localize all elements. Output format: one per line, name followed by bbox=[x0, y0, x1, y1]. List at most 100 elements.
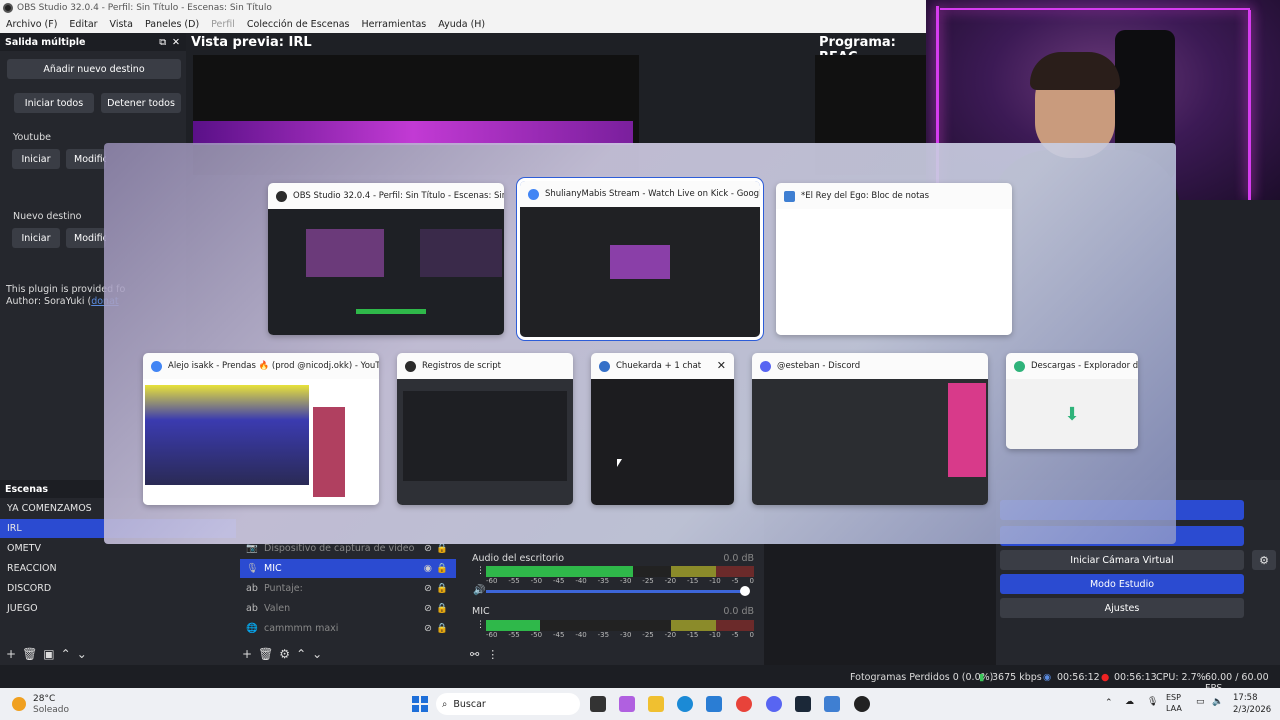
target-youtube-start-button[interactable]: Iniciar bbox=[12, 149, 60, 169]
menu-view[interactable]: Vista bbox=[104, 19, 139, 30]
settings-button[interactable]: Ajustes bbox=[1000, 598, 1244, 618]
menu-scene-collection[interactable]: Colección de Escenas bbox=[241, 19, 356, 30]
source-item[interactable]: ab Valen ⊘ 🔒 bbox=[240, 599, 456, 618]
window-card-notepad[interactable]: *El Rey del Ego: Bloc de notas bbox=[776, 183, 1012, 335]
thumb-profile bbox=[948, 383, 986, 477]
menu-help[interactable]: Ayuda (H) bbox=[432, 19, 491, 30]
target-new-modify-button[interactable]: Modific bbox=[66, 228, 106, 248]
source-item-active[interactable]: 🎙 MIC ◉ 🔒 bbox=[240, 559, 456, 578]
eye-hidden-icon[interactable]: ⊘ bbox=[424, 543, 432, 554]
display-icon[interactable]: ▭ bbox=[1196, 697, 1205, 707]
move-up-icon[interactable]: ⌃ bbox=[61, 647, 77, 661]
volume-slider-handle[interactable] bbox=[740, 586, 750, 596]
card-thumbnail bbox=[268, 209, 504, 335]
lock-icon[interactable]: 🔒 bbox=[436, 583, 448, 594]
chrome-icon[interactable] bbox=[736, 696, 752, 712]
window-card-obs[interactable]: OBS Studio 32.0.4 - Perfil: Sin Título -… bbox=[268, 183, 504, 335]
volume-slider[interactable] bbox=[486, 590, 748, 593]
eye-hidden-icon[interactable]: ⊘ bbox=[424, 623, 432, 634]
chevron-up-icon[interactable]: ⌃ bbox=[1105, 698, 1113, 708]
lock-icon[interactable]: 🔒 bbox=[436, 563, 448, 574]
scene-item[interactable]: DISCORD bbox=[0, 579, 236, 598]
windows-start-icon[interactable] bbox=[412, 696, 428, 712]
window-card-youtube[interactable]: Alejo isakk - Prendas 🔥 (prod @nicodj.ok… bbox=[143, 353, 379, 505]
move-down-icon[interactable]: ⌄ bbox=[312, 647, 328, 661]
scene-item[interactable]: REACCION bbox=[0, 559, 236, 578]
menu-profile[interactable]: Perfil bbox=[205, 19, 241, 30]
lang-code[interactable]: ESP bbox=[1166, 693, 1181, 702]
target-new-label: Nuevo destino bbox=[13, 211, 82, 222]
move-up-icon[interactable]: ⌃ bbox=[296, 647, 312, 661]
menu-file[interactable]: Archivo (F) bbox=[0, 19, 63, 30]
source-label: Dispositivo de captura de video bbox=[264, 543, 415, 554]
store-icon[interactable] bbox=[706, 696, 722, 712]
scene-filter-icon[interactable]: ▣ bbox=[43, 647, 60, 661]
copilot-icon[interactable] bbox=[619, 696, 635, 712]
scenes-title: Escenas bbox=[5, 483, 49, 495]
gear-icon[interactable]: ⚙ bbox=[279, 647, 296, 661]
card-title: ShulianyMabis Stream - Watch Live on Kic… bbox=[545, 189, 760, 199]
steam-icon[interactable] bbox=[795, 696, 811, 712]
weather-temp[interactable]: 28°C bbox=[33, 694, 55, 704]
window-card-discord[interactable]: @esteban - Discord bbox=[752, 353, 988, 505]
add-scene-icon[interactable]: + bbox=[6, 647, 22, 661]
weather-text[interactable]: Soleado bbox=[33, 705, 69, 715]
start-all-button[interactable]: Iniciar todos bbox=[14, 93, 94, 113]
scenes-toolbar: +🗑▣⌃⌄ bbox=[6, 647, 93, 661]
file-explorer-icon[interactable] bbox=[648, 696, 664, 712]
add-source-icon[interactable]: + bbox=[242, 647, 258, 661]
lang-layout[interactable]: LAA bbox=[1166, 704, 1182, 713]
virtual-camera-button[interactable]: Iniciar Cámara Virtual bbox=[1000, 550, 1244, 570]
eye-icon[interactable]: ◉ bbox=[424, 563, 432, 574]
source-item[interactable]: 🌐 cammmm maxi ⊘ 🔒 bbox=[240, 619, 456, 638]
source-item[interactable]: ab Puntaje: ⊘ 🔒 bbox=[240, 579, 456, 598]
task-view-icon[interactable] bbox=[590, 696, 606, 712]
delete-source-icon[interactable]: 🗑 bbox=[258, 647, 279, 661]
volume-icon[interactable]: 🔈 bbox=[1212, 697, 1223, 707]
eye-hidden-icon[interactable]: ⊘ bbox=[424, 583, 432, 594]
stop-all-button[interactable]: Detener todos bbox=[101, 93, 181, 113]
lock-icon[interactable]: 🔒 bbox=[436, 623, 448, 634]
clock-time[interactable]: 17:58 bbox=[1233, 693, 1258, 703]
speaker-icon[interactable]: 🔊 bbox=[473, 585, 485, 596]
window-card-chat[interactable]: Chuekarda + 1 chat ✕ bbox=[591, 353, 734, 505]
studio-mode-button[interactable]: Modo Estudio bbox=[1000, 574, 1244, 594]
add-target-button[interactable]: Añadir nuevo destino bbox=[7, 59, 181, 79]
notepad-icon[interactable] bbox=[824, 696, 840, 712]
window-card-script-log[interactable]: Registros de script bbox=[397, 353, 573, 505]
track-name: MIC bbox=[472, 606, 490, 617]
kebab-menu-icon[interactable]: ⋮ bbox=[476, 620, 485, 630]
clock-date[interactable]: 2/3/2026 bbox=[1233, 705, 1271, 715]
window-card-chrome-kick[interactable]: ShulianyMabis Stream - Watch Live on Kic… bbox=[517, 178, 763, 340]
menu-docks[interactable]: Paneles (D) bbox=[139, 19, 205, 30]
move-down-icon[interactable]: ⌄ bbox=[77, 647, 93, 661]
close-dock-icon[interactable]: ✕ bbox=[172, 37, 180, 48]
mic-icon[interactable]: 🎙 bbox=[1147, 697, 1158, 707]
window-card-explorer[interactable]: Descargas - Explorador de... ⬇ bbox=[1006, 353, 1138, 449]
card-title: @esteban - Discord bbox=[777, 361, 861, 371]
source-label: Valen bbox=[264, 603, 291, 614]
close-icon[interactable]: ✕ bbox=[717, 359, 726, 372]
menu-edit[interactable]: Editar bbox=[63, 19, 103, 30]
link-icon[interactable]: ⚯ bbox=[470, 648, 487, 661]
lock-icon[interactable]: 🔒 bbox=[436, 603, 448, 614]
lock-icon[interactable]: 🔒 bbox=[436, 543, 448, 554]
edge-icon[interactable] bbox=[677, 696, 693, 712]
menu-tools[interactable]: Herramientas bbox=[356, 19, 433, 30]
obs-icon[interactable] bbox=[854, 696, 870, 712]
gear-icon[interactable]: ⚙ bbox=[1252, 550, 1276, 570]
kebab-menu-icon[interactable]: ⋮ bbox=[476, 566, 485, 576]
delete-scene-icon[interactable]: 🗑 bbox=[22, 647, 43, 661]
eye-hidden-icon[interactable]: ⊘ bbox=[424, 603, 432, 614]
sun-icon[interactable] bbox=[12, 697, 26, 711]
target-new-start-button[interactable]: Iniciar bbox=[12, 228, 60, 248]
target-youtube-modify-button[interactable]: Modific bbox=[66, 149, 106, 169]
mixer-menu-icon[interactable]: ⋮ bbox=[487, 648, 506, 661]
program-strip bbox=[1176, 200, 1280, 480]
discord-icon[interactable] bbox=[766, 696, 782, 712]
network-icon[interactable]: ☁ bbox=[1125, 697, 1134, 707]
taskbar-search[interactable]: ⌕ Buscar bbox=[436, 693, 580, 715]
card-thumbnail bbox=[591, 379, 734, 505]
float-dock-icon[interactable]: ⧉ bbox=[159, 37, 166, 48]
scene-item[interactable]: JUEGO bbox=[0, 599, 236, 618]
